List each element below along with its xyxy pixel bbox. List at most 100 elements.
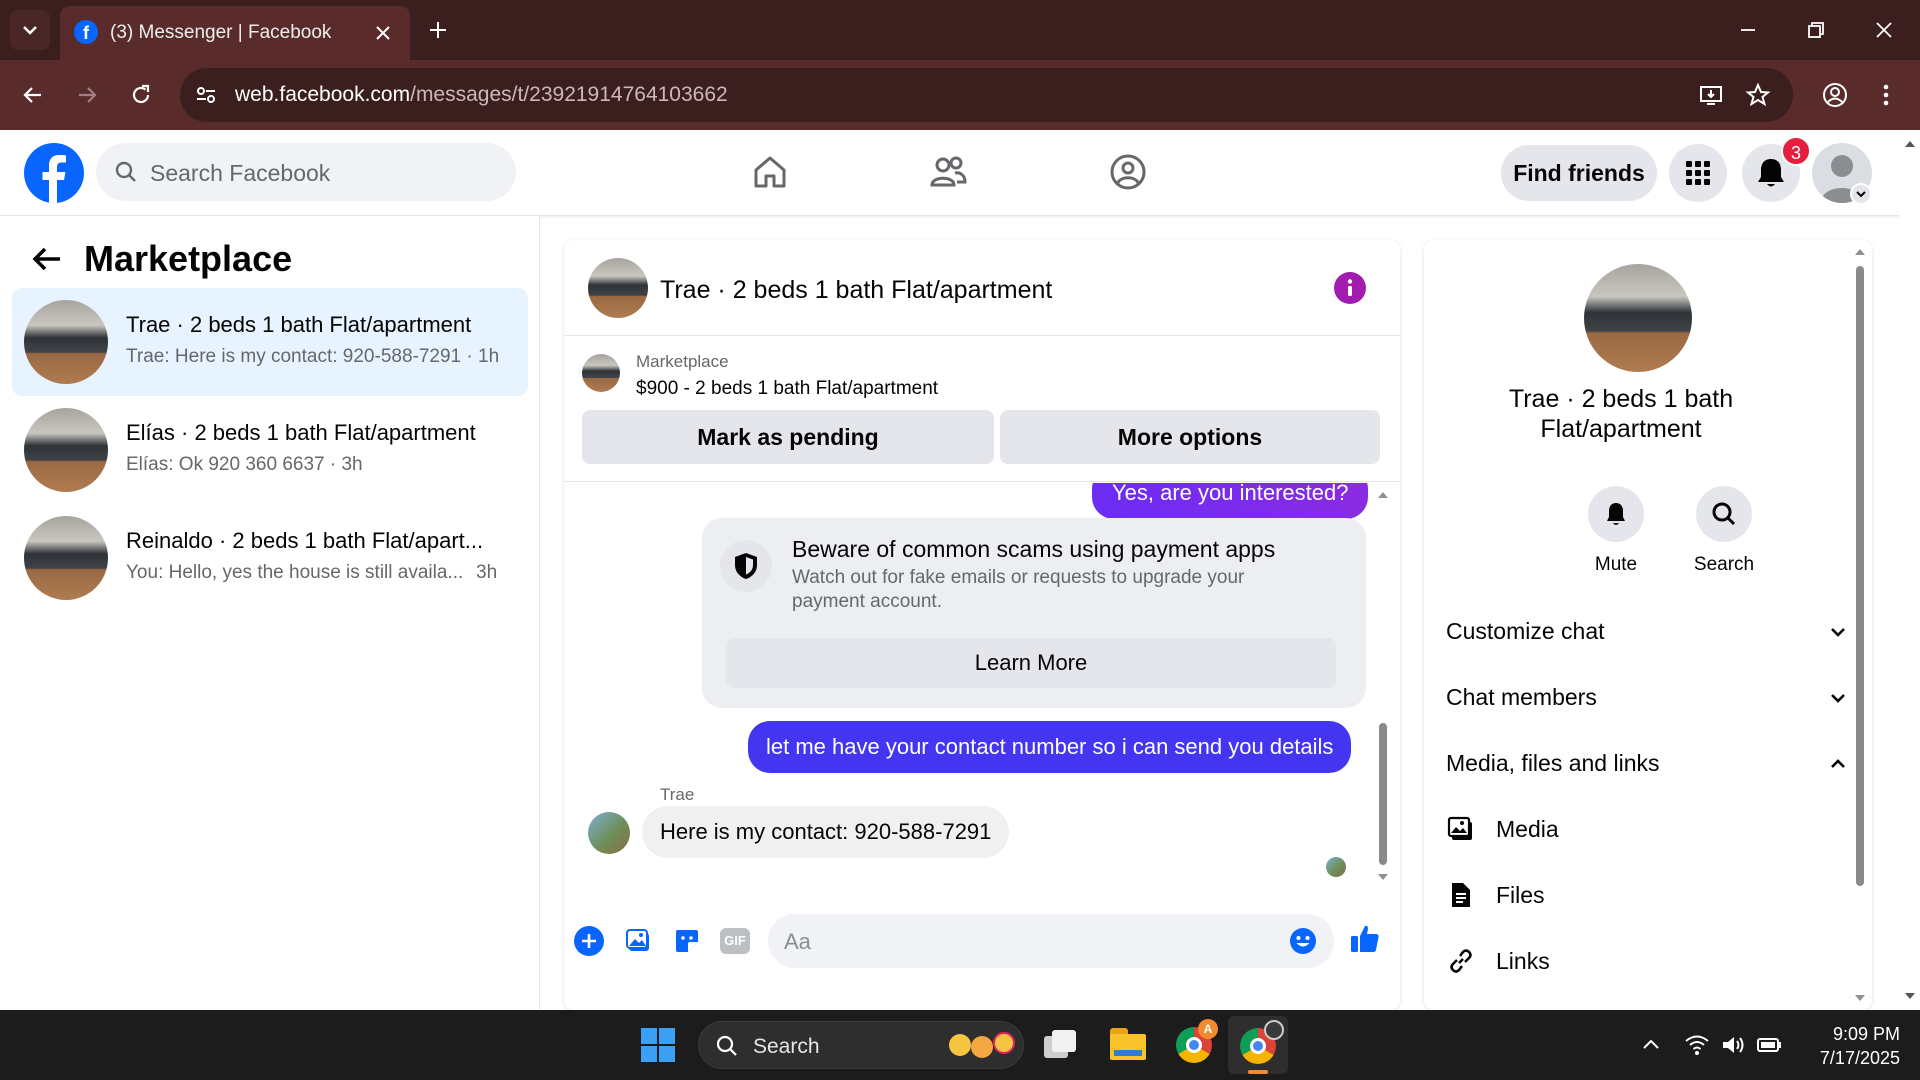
taskbar-search-placeholder: Search: [753, 1035, 820, 1058]
close-window-icon[interactable]: [1872, 18, 1896, 42]
media-icon: [1447, 816, 1472, 840]
facebook-f-icon: [42, 155, 66, 203]
shield-icon: [720, 540, 772, 592]
find-friends-button[interactable]: Find friends: [1501, 145, 1657, 201]
page-scrollbar[interactable]: [1900, 130, 1920, 1010]
learn-more-button[interactable]: Learn More: [726, 638, 1336, 688]
groups-icon[interactable]: [1108, 152, 1148, 192]
mute-button[interactable]: Mute: [1566, 486, 1666, 576]
address-bar[interactable]: web.facebook.com/messages/t/239219147641…: [180, 68, 1793, 122]
url-text: web.facebook.com/messages/t/239219147641…: [235, 83, 728, 106]
wifi-icon[interactable]: [1684, 1032, 1710, 1058]
new-tab-icon[interactable]: [426, 18, 450, 42]
task-view-icon[interactable]: [1044, 1030, 1078, 1060]
conversation-preview: You: Hello, yes the house is still avail…: [126, 562, 464, 583]
facebook-logo[interactable]: [24, 143, 84, 203]
conversation-name: Reinaldo · 2 beds 1 bath Flat/apart...: [126, 528, 484, 553]
back-arrow-icon[interactable]: [30, 242, 64, 276]
search-in-conversation-button[interactable]: Search: [1674, 486, 1774, 576]
chevron-down-icon: [1831, 694, 1845, 703]
system-clock[interactable]: 9:09 PM 7/17/2025: [1800, 1022, 1900, 1070]
conversation-name: Trae · 2 beds 1 bath Flat/apartment: [1508, 385, 1734, 443]
browser-menu-icon[interactable]: [1876, 80, 1896, 110]
chat-scrollbar[interactable]: [1376, 486, 1390, 886]
sticker-icon[interactable]: [672, 926, 702, 956]
chrome-icon[interactable]: A: [1176, 1019, 1218, 1063]
listing-price[interactable]: $900 - 2 beds 1 bath Flat/apartment: [636, 378, 938, 400]
search-placeholder: Search Facebook: [150, 160, 331, 186]
scam-warning-card: Beware of common scams using payment app…: [702, 518, 1366, 708]
gif-button[interactable]: GIF: [720, 928, 750, 954]
browser-tab-messenger[interactable]: f (3) Messenger | Facebook: [60, 6, 410, 60]
profile-icon[interactable]: [1820, 80, 1850, 110]
chrome-active-window-icon[interactable]: [1228, 1016, 1288, 1074]
clock-date: 7/17/2025: [1819, 1048, 1900, 1068]
menu-button[interactable]: [1669, 144, 1727, 202]
outgoing-message[interactable]: Yes, are you interested?: [1092, 483, 1369, 519]
search-icon: [115, 161, 136, 182]
account-dropdown-icon[interactable]: [1850, 183, 1872, 205]
read-receipt-avatar: [1326, 857, 1346, 877]
listing-thumbnail: [24, 516, 108, 600]
chat-panel: Trae · 2 beds 1 bath Flat/apartment Mark…: [564, 240, 1400, 1010]
conversation-preview: Trae: Here is my contact: 920-588-7291 ·…: [126, 346, 500, 367]
close-tab-icon[interactable]: [372, 22, 394, 44]
chat-title[interactable]: Trae · 2 beds 1 bath Flat/apartment: [660, 276, 1052, 305]
sender-name: Trae: [660, 785, 695, 804]
mute-label: Mute: [1594, 554, 1638, 575]
bell-icon: [1607, 503, 1625, 525]
item-label: Links: [1496, 948, 1550, 974]
bookmark-star-icon[interactable]: [1745, 82, 1771, 108]
panel-title: Marketplace: [84, 238, 293, 279]
windows-start-icon[interactable]: [640, 1027, 676, 1063]
restore-icon[interactable]: [1804, 18, 1828, 42]
install-app-icon[interactable]: [1698, 82, 1724, 108]
volume-icon[interactable]: [1720, 1032, 1746, 1058]
conversation-item[interactable]: Reinaldo · 2 beds 1 bath Flat/apart... Y…: [12, 504, 528, 612]
emoji-icon[interactable]: [1288, 926, 1318, 956]
tab-list-button[interactable]: [10, 10, 50, 50]
sender-avatar[interactable]: [588, 812, 630, 854]
attach-photo-icon[interactable]: [624, 926, 654, 956]
customize-chat-section[interactable]: Customize chat: [1446, 612, 1845, 652]
home-icon[interactable]: [750, 152, 790, 192]
tab-title: (3) Messenger | Facebook: [110, 22, 332, 43]
marketplace-conversations-panel: Marketplace Trae · 2 beds 1 bath Flat/ap…: [0, 216, 540, 1010]
message-input[interactable]: Aa: [768, 914, 1334, 968]
chevron-up-icon[interactable]: [1640, 1034, 1662, 1056]
friends-icon[interactable]: [928, 152, 968, 192]
link-icon: [1450, 949, 1472, 973]
media-files-links-section[interactable]: Media, files and links: [1446, 744, 1845, 784]
section-label: Customize chat: [1446, 618, 1605, 644]
listing-category: Marketplace: [636, 352, 729, 371]
listing-thumbnail[interactable]: [582, 354, 620, 392]
mark-as-pending-button[interactable]: Mark as pending: [582, 410, 994, 464]
minimize-icon[interactable]: [1736, 18, 1760, 42]
message-thread: Yes, are you interested? Beware of commo…: [564, 483, 1400, 903]
more-options-button[interactable]: More options: [1000, 410, 1380, 464]
message-input-placeholder: Aa: [784, 929, 811, 954]
battery-icon[interactable]: [1756, 1032, 1784, 1058]
taskbar-search[interactable]: Search: [698, 1021, 1024, 1069]
reload-icon[interactable]: [128, 82, 154, 108]
conversation-info-button[interactable]: [1334, 272, 1366, 304]
conversation-item[interactable]: Elías · 2 beds 1 bath Flat/apartment Elí…: [12, 396, 528, 504]
details-scrollbar[interactable]: [1852, 242, 1868, 1008]
conversation-avatar[interactable]: [1584, 264, 1692, 372]
chevron-down-icon: [1831, 628, 1845, 637]
incoming-message[interactable]: Here is my contact: 920-588-7291: [642, 806, 1010, 858]
outgoing-message[interactable]: let me have your contact number so i can…: [748, 721, 1352, 773]
item-label: Media: [1496, 816, 1559, 842]
more-actions-button[interactable]: [574, 926, 604, 956]
back-icon[interactable]: [20, 82, 46, 108]
marketplace-listing-bar: Marketplace $900 - 2 beds 1 bath Flat/ap…: [564, 336, 1400, 482]
conversation-name: Trae · 2 beds 1 bath Flat/apartment: [126, 312, 472, 337]
forward-icon[interactable]: [74, 82, 100, 108]
file-explorer-icon[interactable]: [1110, 1028, 1146, 1060]
chat-avatar[interactable]: [588, 258, 648, 318]
conversation-item[interactable]: Trae · 2 beds 1 bath Flat/apartment Trae…: [12, 288, 528, 396]
chat-members-section[interactable]: Chat members: [1446, 678, 1845, 718]
facebook-search-input[interactable]: Search Facebook: [96, 143, 516, 201]
like-thumbs-up-icon[interactable]: [1348, 922, 1382, 956]
site-info-icon[interactable]: [194, 83, 218, 107]
